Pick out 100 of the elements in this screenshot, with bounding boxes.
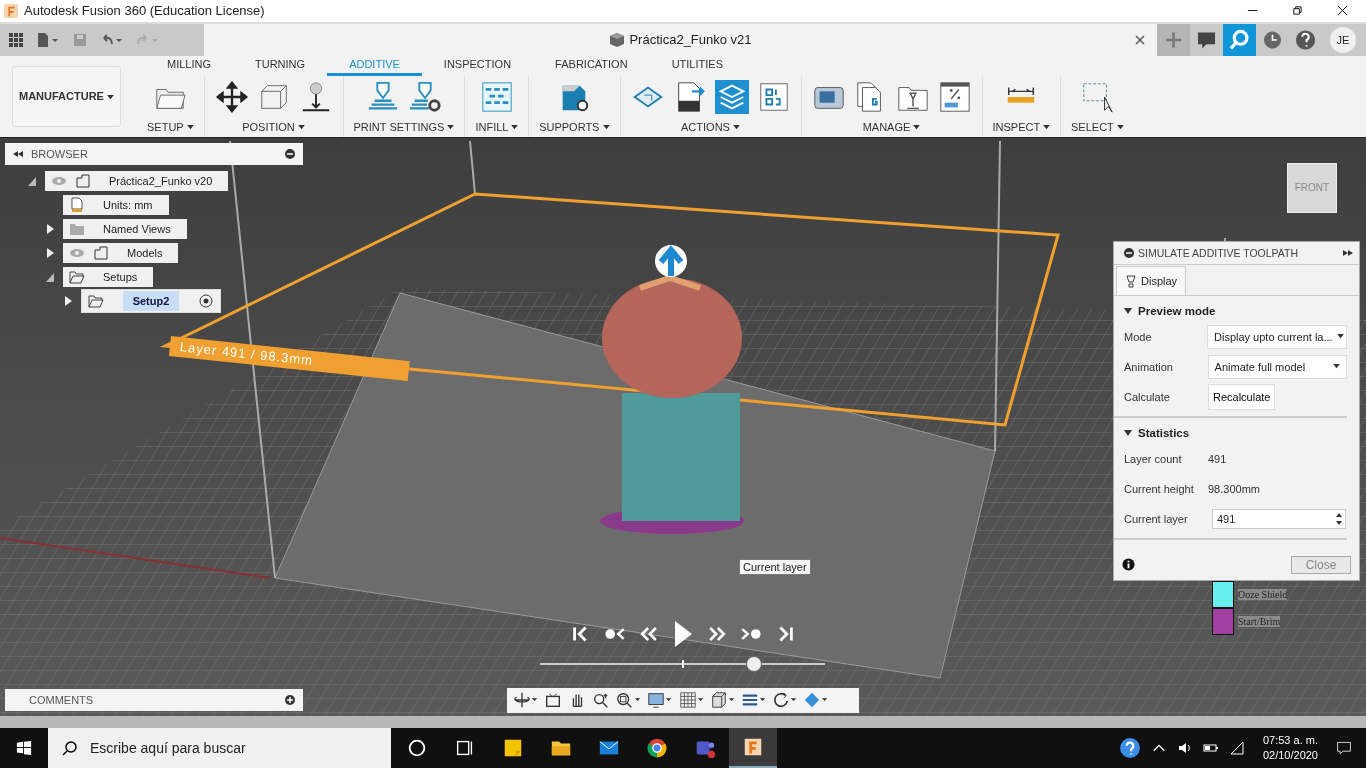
window-title: Autodesk Fusion 360 (Education License) [24,3,266,19]
clock-date[interactable]: 02/10/2020 [1262,748,1318,763]
app-logo-icon [4,4,18,18]
document-title: Práctica2_Funko v21 [629,32,752,48]
recalculate-button[interactable]: Recalculate [1208,383,1276,410]
orbit-icon[interactable] [513,691,539,710]
workspace-dropdown[interactable]: MANUFACTURE [12,65,121,127]
wifi-icon[interactable] [1228,740,1245,756]
restore-button[interactable] [1292,5,1303,17]
legend-label: Start/Brim [1238,615,1281,627]
expand-icon[interactable] [1343,249,1353,256]
new-tab-button[interactable] [1157,23,1190,56]
tree-node[interactable]: Named Views [63,218,187,239]
expand-triangle-icon[interactable] [45,246,55,259]
ribbon-tab[interactable]: INSPECTION [421,57,534,76]
field-value: 491 [1208,452,1227,465]
layers-icon[interactable] [714,79,749,114]
document-tab[interactable]: Práctica2_Funko v21 [204,23,1157,56]
ribbon-group-dropdown[interactable]: SETUP [147,120,194,133]
caret-icon [186,125,194,131]
caret-icon [602,125,610,131]
caret-icon [913,125,921,131]
caret-icon [511,125,519,131]
tree-node[interactable]: Práctica2_Funko v20 [45,170,229,191]
tree-node[interactable]: Models [63,242,179,263]
fusion-app-icon[interactable] [729,728,777,768]
user-avatar[interactable]: JE [1330,26,1356,53]
zoom-window-icon[interactable] [616,691,642,710]
comments-title: COMMENTS [29,693,94,706]
tree-node[interactable]: Setup2 [81,288,221,313]
notification-icon[interactable] [1336,740,1352,756]
apps-grid-icon[interactable] [8,31,24,48]
search-field[interactable]: Escribe aquí para buscar [48,728,391,768]
close-tab-icon[interactable] [1135,34,1145,45]
component-icon [75,172,91,189]
view-cube-icon[interactable] [709,691,735,710]
tree-label: Units: mm [102,197,154,213]
ribbon-tab[interactable]: TURNING [233,57,328,76]
up-arrow-icon [655,244,687,279]
ribbon-group-dropdown[interactable]: ACTIONS [681,120,740,133]
diamond-icon[interactable] [803,691,829,710]
info-icon[interactable] [1122,558,1135,572]
refresh-icon[interactable] [772,691,798,710]
section-title: Preview mode [1138,304,1216,317]
collapse-triangle-icon[interactable] [1124,307,1132,314]
expand-triangle-icon[interactable] [63,294,73,307]
hexagon-grid-icon[interactable] [479,79,514,114]
bulb-icon [1125,273,1137,288]
display-tab[interactable]: Display [1116,265,1187,295]
field-label: Calculate [1124,390,1171,403]
ribbon-group-dropdown[interactable]: INFILL [475,120,519,133]
caret-icon [297,125,305,131]
ribbon-group-dropdown[interactable]: SUPPORTS [539,120,610,133]
ribbon-tab[interactable]: UTILITIES [649,57,745,76]
ribbon-group-dropdown[interactable]: MANAGE [862,120,921,133]
ribbon-tab[interactable]: FABRICATION [533,57,650,76]
move-arrows-icon[interactable] [214,79,249,114]
file-menu-icon[interactable] [36,31,60,48]
add-icon[interactable] [285,694,295,705]
tree-label: Named Views [102,221,172,237]
tree-node[interactable]: Units: mm [63,194,169,215]
caret-icon [107,95,114,100]
spinner-field[interactable]: 491 [1212,508,1346,529]
zoom-icon[interactable] [592,691,611,710]
ribbon-group-dropdown[interactable]: SELECT [1071,120,1124,133]
ribbon-group-dropdown[interactable]: PRINT SETTINGS [353,120,455,133]
open-folder-icon [69,268,85,285]
ribbon-group-dropdown[interactable]: INSPECT [992,120,1051,133]
browser-title: BROWSER [31,147,88,160]
section-title: Statistics [1138,426,1190,439]
nozzle-gear-icon[interactable] [408,79,442,114]
grid-icon[interactable] [678,691,704,710]
cube-icon [609,31,626,48]
open-folder-icon [88,292,104,309]
minus-icon[interactable] [285,148,295,159]
tree-node[interactable]: Setups [63,266,154,287]
ribbon-tab[interactable]: MILLING [145,57,233,76]
caret-icon [1043,125,1051,131]
target-icon[interactable] [198,292,214,309]
component-icon [93,244,109,261]
field-label: Layer count [1124,452,1183,465]
caret-icon [1336,334,1344,340]
caret-icon [1333,364,1340,370]
dropdown-field[interactable]: Display upto current la... [1207,324,1347,349]
dropdown-field[interactable]: Animate full model [1207,354,1347,379]
ribbon-group-dropdown[interactable]: POSITION [242,120,305,133]
expand-triangle-icon[interactable] [45,222,55,235]
help-icon[interactable] [1118,737,1141,759]
minus-icon[interactable] [1124,247,1134,258]
close-button[interactable] [1337,5,1348,17]
legend-label: Ooze Shield [1238,588,1288,600]
collapse-icon[interactable] [13,150,23,157]
collapse-triangle-icon[interactable] [1124,429,1132,436]
tree-label: Práctica2_Funko v20 [108,173,214,189]
percent-window-icon[interactable] [937,79,972,114]
spinner-arrows-icon[interactable] [1336,511,1345,526]
document-ruler-icon [69,196,85,213]
speaker-icon[interactable] [1176,740,1193,756]
clock-time[interactable]: 07:53 a. m. [1262,733,1318,748]
display-icon[interactable] [647,691,673,710]
